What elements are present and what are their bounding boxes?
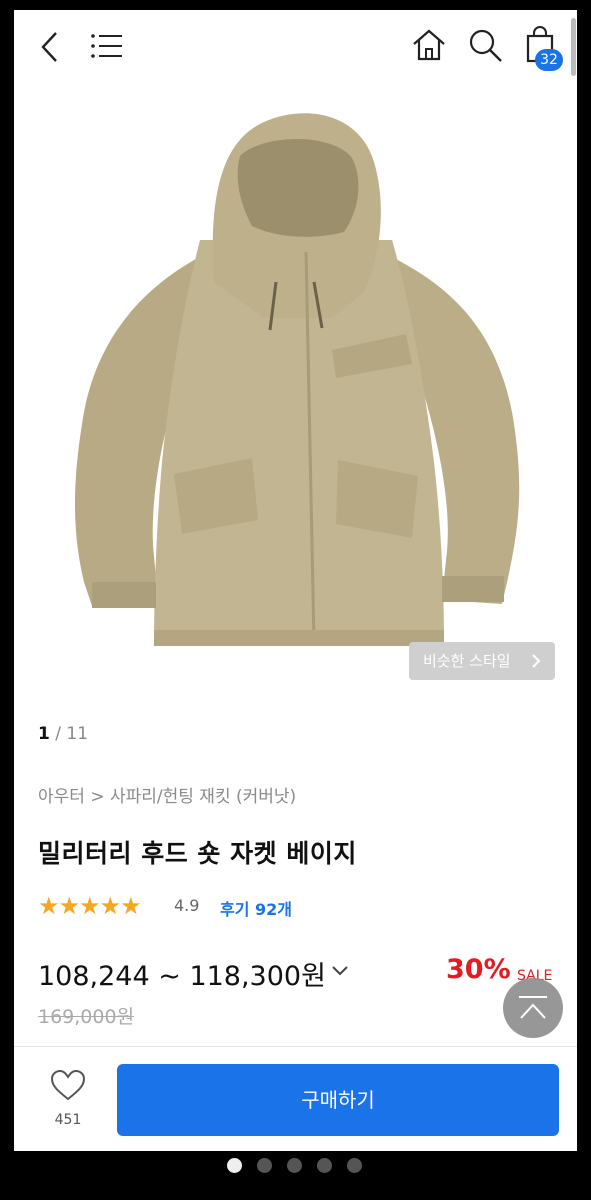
image-index: 1 <box>38 724 50 744</box>
carousel-dot[interactable] <box>227 1158 242 1173</box>
image-total: 11 <box>66 724 89 744</box>
product-title: 밀리터리 후드 숏 자켓 베이지 <box>38 839 357 868</box>
rating-stars: ★★★★★ <box>38 892 142 920</box>
similar-style-label: 비슷한 스타일 <box>423 652 511 670</box>
cart-count-badge: 32 <box>535 49 563 71</box>
pager-separator: / <box>55 724 67 744</box>
scroll-top-icon <box>519 996 547 1019</box>
carousel-dot[interactable] <box>317 1158 332 1173</box>
scrollbar[interactable] <box>571 18 576 76</box>
chevron-down-icon[interactable] <box>331 965 349 977</box>
image-pager: 1 / 11 <box>38 724 88 744</box>
discount-percent: 30% <box>446 954 511 985</box>
like-count: 451 <box>54 1112 82 1128</box>
rating-score: 4.9 <box>174 896 200 915</box>
scroll-top-button[interactable] <box>503 978 563 1038</box>
carousel-dot[interactable] <box>347 1158 362 1173</box>
similar-style-button[interactable]: 비슷한 스타일 <box>409 642 555 680</box>
product-image[interactable] <box>14 82 577 722</box>
menu-icon[interactable] <box>90 32 124 60</box>
heart-icon[interactable] <box>50 1070 86 1102</box>
price-range: 108,244 ~ 118,300원 <box>38 961 326 992</box>
top-bar: 32 <box>14 10 577 82</box>
home-icon[interactable] <box>411 28 447 62</box>
chevron-right-icon <box>532 654 541 668</box>
search-icon[interactable] <box>468 28 504 64</box>
screenshot-carousel-dots <box>227 1158 367 1174</box>
breadcrumb[interactable]: 아우터 > 사파리/헌팅 재킷 (커버낫) <box>38 782 296 807</box>
carousel-dot[interactable] <box>257 1158 272 1173</box>
back-icon[interactable] <box>38 30 60 64</box>
app-screen: 32 비슷한 스타일 1 / 11 아우터 > 사파리/헌팅 재킷 (커버낫) … <box>14 10 577 1151</box>
original-price: 169,000원 <box>38 1006 135 1028</box>
bottom-action-bar: 451 구매하기 <box>14 1046 577 1151</box>
carousel-dot[interactable] <box>287 1158 302 1173</box>
reviews-link[interactable]: 후기 92개 <box>220 896 292 920</box>
buy-button[interactable]: 구매하기 <box>117 1064 559 1136</box>
